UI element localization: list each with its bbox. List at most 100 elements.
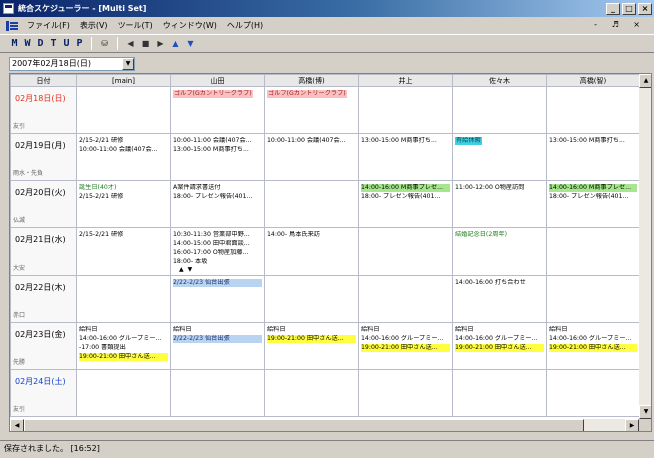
schedule-event[interactable]: 10:30-11:30 営業部中野...: [173, 231, 262, 239]
schedule-cell[interactable]: 有給休暇: [452, 133, 547, 181]
menu-window[interactable]: ウィンドウ(W): [158, 20, 222, 31]
schedule-cell[interactable]: 13:00-15:00 M商事打ち...: [546, 133, 640, 181]
mdi-controls[interactable]: - ♬ ×: [594, 20, 646, 29]
doc-menu-icon[interactable]: [6, 20, 18, 31]
scroll-down-icon[interactable]: ▼: [639, 405, 651, 419]
date-cell[interactable]: 02月24日(土) 友引: [10, 369, 77, 417]
schedule-cell[interactable]: [546, 369, 640, 417]
schedule-cell[interactable]: 11:00-12:00 O物産訪問: [452, 180, 547, 228]
horizontal-scrollbar[interactable]: ◀ ▶: [10, 419, 639, 431]
schedule-event[interactable]: 19:00-21:00 田中さん送...: [549, 344, 637, 352]
column-header-3[interactable]: 高橋(博): [264, 74, 359, 87]
schedule-event[interactable]: 有給休暇: [455, 137, 482, 145]
schedule-cell[interactable]: 給料日 14:00-16:00 グループミー... 19:00-21:00 田中さん…: [452, 322, 547, 370]
view-month-button[interactable]: M: [8, 38, 21, 49]
vertical-scrollbar[interactable]: ▲ ▼: [639, 74, 651, 419]
down-arrow-icon[interactable]: ▼: [183, 39, 198, 48]
schedule-cell[interactable]: 誕生日(40才) 2/15-2/21 研修: [76, 180, 171, 228]
date-cell[interactable]: 02月18日(日) 友引: [10, 86, 77, 134]
view-week-button[interactable]: W: [21, 38, 34, 49]
date-cell[interactable]: 02月23日(金) 先勝: [10, 322, 77, 370]
schedule-event[interactable]: ゴルフ(Gカントリークラブ): [173, 90, 253, 98]
schedule-event[interactable]: 19:00-21:00 田中さん送...: [455, 344, 544, 352]
next-icon[interactable]: ▶: [153, 39, 168, 48]
schedule-event[interactable]: 結婚記念日(2周年): [455, 231, 544, 239]
scroll-thumb[interactable]: [24, 419, 584, 431]
schedule-cell[interactable]: 給料日 2/22-2/23 仙台出張: [170, 322, 265, 370]
schedule-event[interactable]: 給料日: [173, 326, 262, 334]
schedule-event[interactable]: 14:00-16:00 グループミー...: [361, 335, 450, 343]
schedule-event[interactable]: 給料日: [79, 326, 168, 334]
schedule-cell[interactable]: [358, 227, 453, 276]
schedule-cell[interactable]: [358, 275, 453, 323]
database-icon[interactable]: ⛁: [97, 39, 112, 48]
schedule-cell[interactable]: ゴルフ(Gカントリークラブ): [264, 86, 359, 134]
column-header-1[interactable]: [main]: [76, 74, 171, 87]
schedule-cell[interactable]: [546, 227, 640, 276]
schedule-cell[interactable]: [170, 369, 265, 417]
schedule-event[interactable]: 給料日: [549, 326, 637, 334]
schedule-cell[interactable]: 給料日 19:00-21:00 田中さん送...: [264, 322, 359, 370]
schedule-event[interactable]: 18:00- プレゼン報告(401...: [173, 193, 262, 201]
schedule-event[interactable]: 2/22-2/23 仙台出張: [173, 335, 262, 343]
menu-tools[interactable]: ツール(T): [113, 20, 158, 31]
schedule-event[interactable]: 2/15-2/21 研修: [79, 193, 168, 201]
schedule-event[interactable]: 10:00-11:00 会議(407会...: [267, 137, 356, 145]
schedule-cell[interactable]: [358, 369, 453, 417]
schedule-event[interactable]: 14:00-16:00 グループミー...: [549, 335, 637, 343]
schedule-event[interactable]: 2/22-2/23 仙台出張: [173, 279, 262, 287]
schedule-event[interactable]: 2/15-2/21 研修: [79, 231, 168, 239]
schedule-event[interactable]: 19:00-21:00 田中さん送...: [267, 335, 356, 343]
stop-icon[interactable]: ■: [138, 39, 153, 48]
schedule-event[interactable]: 14:00-16:00 打ち合わせ: [455, 279, 544, 287]
schedule-event[interactable]: 給料日: [455, 326, 544, 334]
schedule-event[interactable]: 給料日: [267, 326, 356, 334]
schedule-cell[interactable]: 14:00-16:00 打ち合わせ: [452, 275, 547, 323]
schedule-event[interactable]: 10:00-11:00 会議(407会...: [79, 146, 168, 154]
date-cell[interactable]: 02月20日(火) 仏滅: [10, 180, 77, 228]
schedule-event[interactable]: 14:00- 鳥本氏来訪: [267, 231, 356, 239]
menu-view[interactable]: 表示(V): [75, 20, 113, 31]
schedule-cell[interactable]: 10:00-11:00 会議(407会... 13:00-15:00 M商事打ち.…: [170, 133, 265, 181]
schedule-cell[interactable]: 2/15-2/21 研修: [76, 227, 171, 276]
more-events-arrows-icon[interactable]: ▲▼: [179, 266, 262, 273]
schedule-cell[interactable]: 2/22-2/23 仙台出張: [170, 275, 265, 323]
view-u-button[interactable]: U: [60, 38, 73, 49]
schedule-event[interactable]: 14:00-16:00 グループミー...: [79, 335, 168, 343]
schedule-event[interactable]: 給料日: [361, 326, 450, 334]
schedule-event[interactable]: 18:00- プレゼン報告(401...: [549, 193, 637, 201]
view-p-button[interactable]: P: [73, 38, 86, 49]
column-header-4[interactable]: 井上: [358, 74, 453, 87]
up-arrow-icon[interactable]: ▲: [168, 39, 183, 48]
schedule-cell[interactable]: [358, 86, 453, 134]
column-header-2[interactable]: 山田: [170, 74, 265, 87]
maximize-button[interactable]: □: [622, 2, 636, 15]
scroll-left-icon[interactable]: ◀: [10, 419, 24, 431]
schedule-cell[interactable]: 10:00-11:00 会議(407会...: [264, 133, 359, 181]
schedule-event[interactable]: -17:00 書類提出: [79, 344, 168, 352]
schedule-cell[interactable]: [264, 180, 359, 228]
schedule-event[interactable]: 14:00-16:00 M商事プレゼ...: [361, 184, 450, 192]
schedule-event[interactable]: 19:00-21:00 田中さん送...: [361, 344, 450, 352]
chevron-down-icon[interactable]: ▼: [122, 58, 134, 70]
schedule-event[interactable]: A案件請求書送付: [173, 184, 262, 192]
column-header-date[interactable]: 日付: [10, 74, 77, 87]
schedule-cell[interactable]: [76, 86, 171, 134]
schedule-event[interactable]: 16:00-17:00 O物産加藤...: [173, 249, 262, 257]
scroll-up-icon[interactable]: ▲: [639, 74, 651, 88]
schedule-event[interactable]: 13:00-15:00 M商事打ち...: [361, 137, 450, 145]
close-button[interactable]: ×: [638, 2, 652, 15]
view-todo-button[interactable]: T: [47, 38, 60, 49]
scroll-right-icon[interactable]: ▶: [625, 419, 639, 431]
schedule-event[interactable]: 13:00-15:00 M商事打ち...: [549, 137, 637, 145]
schedule-event[interactable]: 18:00- 本坂: [173, 258, 262, 266]
schedule-cell[interactable]: 14:00-16:00 M商事プレゼ... 18:00- プレゼン報告(401..…: [358, 180, 453, 228]
schedule-cell[interactable]: A案件請求書送付 18:00- プレゼン報告(401...: [170, 180, 265, 228]
schedule-cell[interactable]: [76, 275, 171, 323]
schedule-event[interactable]: 19:00-21:00 田中さん送...: [79, 353, 168, 361]
schedule-cell[interactable]: 給料日 14:00-16:00 グループミー... 19:00-21:00 田中さん…: [546, 322, 640, 370]
date-cell[interactable]: 02月21日(水) 大安: [10, 227, 77, 276]
column-header-6[interactable]: 高橋(智): [546, 74, 640, 87]
menu-file[interactable]: ファイル(F): [22, 20, 75, 31]
schedule-event[interactable]: 2/15-2/21 研修: [79, 137, 168, 145]
